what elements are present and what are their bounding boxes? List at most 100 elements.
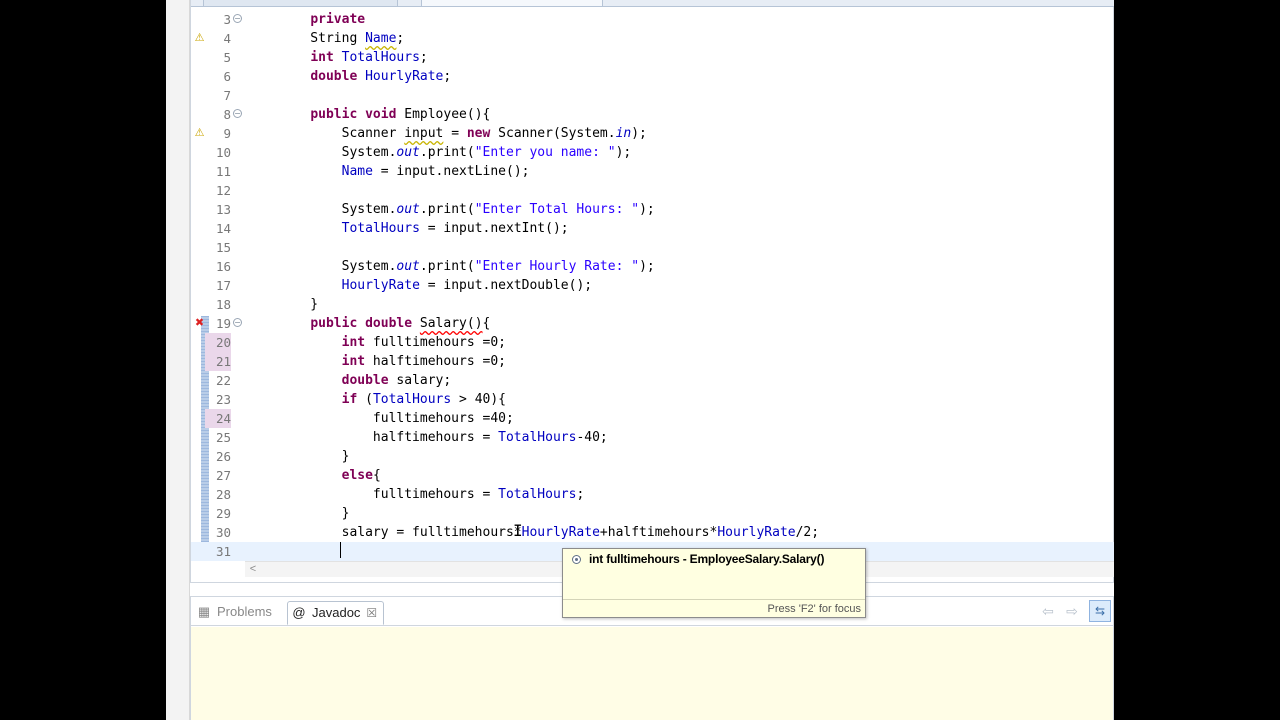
code-text: } — [279, 297, 319, 312]
code-text: System.out.print("Enter Total Hours: "); — [279, 202, 655, 217]
editor-tab[interactable] — [203, 0, 398, 7]
code-text: int TotalHours; — [310, 50, 428, 65]
close-icon[interactable]: ☒ — [366, 606, 377, 620]
fold-collapse-icon[interactable]: − — [233, 318, 242, 327]
line-number: 3 — [223, 12, 231, 27]
line-number: 16 — [215, 259, 231, 274]
code-text: fulltimehours =40; — [279, 411, 514, 426]
code-lines: 3− private ⚠ 4 String Name; 5 int TotalHour… — [191, 10, 1114, 561]
ibeam-cursor-icon: I — [513, 521, 523, 540]
line-number: 20 — [205, 333, 231, 352]
code-line[interactable]: 18 } — [191, 295, 1114, 314]
hover-divider — [563, 599, 865, 600]
code-text: if (TotalHours > 40){ — [341, 392, 507, 407]
code-text: int halftimehours =0; — [341, 354, 506, 369]
code-line[interactable]: 5 int TotalHours; — [191, 48, 1114, 67]
problems-icon: ▦ — [197, 604, 211, 619]
line-number: 14 — [215, 221, 231, 236]
code-line[interactable]: 15 — [191, 238, 1114, 257]
code-line[interactable]: 24 fulltimehours =40; — [191, 409, 1114, 428]
code-line[interactable]: 23 if (TotalHours > 40){ — [191, 390, 1114, 409]
javadoc-icon: @ — [292, 605, 306, 620]
code-text: TotalHours = input.nextInt(); — [341, 221, 569, 236]
line-number: 7 — [223, 88, 231, 103]
code-text: String Name; — [279, 31, 405, 46]
code-line[interactable]: 22 double salary; — [191, 371, 1114, 390]
code-line[interactable]: 30 salary = fulltimehours*HourlyRate+hal… — [191, 523, 1114, 542]
code-line[interactable]: 27 else{ — [191, 466, 1114, 485]
line-number: 5 — [223, 50, 231, 65]
code-editor[interactable]: 3− private ⚠ 4 String Name; 5 int TotalHour… — [190, 0, 1114, 583]
code-line[interactable]: 6 double HourlyRate; — [191, 67, 1114, 86]
code-text: salary = fulltimehours*HourlyRate+halfti… — [279, 525, 820, 540]
scroll-left-icon[interactable]: < — [247, 562, 259, 577]
line-number: 22 — [215, 373, 231, 388]
code-line[interactable]: 28 fulltimehours = TotalHours; — [191, 485, 1114, 504]
code-line[interactable]: 17 HourlyRate = input.nextDouble(); — [191, 276, 1114, 295]
code-line[interactable]: 29 } — [191, 504, 1114, 523]
code-line[interactable]: 11 Name = input.nextLine(); — [191, 162, 1114, 181]
code-text: int fulltimehours =0; — [341, 335, 506, 350]
line-number: 28 — [215, 487, 231, 502]
line-number: 31 — [215, 544, 231, 559]
line-number: 29 — [215, 506, 231, 521]
line-number: 6 — [223, 69, 231, 84]
code-line[interactable]: 25 halftimehours = TotalHours-40; — [191, 428, 1114, 447]
code-line[interactable]: 13 System.out.print("Enter Total Hours: … — [191, 200, 1114, 219]
code-text: } — [279, 449, 350, 464]
code-line[interactable]: ✖ 19− public double Salary(){ — [191, 314, 1114, 333]
code-text: System.out.print("Enter you name: "); — [279, 145, 632, 160]
line-number: 11 — [215, 164, 231, 179]
line-number: 10 — [215, 145, 231, 160]
tab-javadoc[interactable]: @ Javadoc ☒ — [287, 601, 385, 625]
code-line[interactable]: 14 TotalHours = input.nextInt(); — [191, 219, 1114, 238]
hover-tooltip[interactable]: int fulltimehours - EmployeeSalary.Salar… — [562, 548, 866, 618]
line-number: 17 — [215, 278, 231, 293]
code-text: halftimehours = TotalHours-40; — [279, 430, 608, 445]
line-number: 13 — [215, 202, 231, 217]
code-text: Name = input.nextLine(); — [341, 164, 530, 179]
code-text: public void Employee(){ — [310, 107, 491, 122]
code-line[interactable]: 8− public void Employee(){ — [191, 105, 1114, 124]
line-number: 9 — [223, 126, 231, 141]
line-number: 26 — [215, 449, 231, 464]
local-variable-icon — [572, 555, 581, 564]
line-number: 25 — [215, 430, 231, 445]
code-text: public double Salary(){ — [310, 316, 491, 331]
code-line[interactable]: ⚠ 4 String Name; — [191, 29, 1114, 48]
fold-collapse-icon[interactable]: − — [233, 14, 242, 23]
line-number: 30 — [215, 525, 231, 540]
fold-collapse-icon[interactable]: − — [233, 109, 242, 118]
line-number: 12 — [215, 183, 231, 198]
line-number: 23 — [215, 392, 231, 407]
back-arrow-icon[interactable]: ⇦ — [1039, 602, 1057, 620]
code-line[interactable]: 16 System.out.print("Enter Hourly Rate: … — [191, 257, 1114, 276]
tab-problems-label: Problems — [217, 604, 272, 619]
code-text: Scanner input = new Scanner(System.in); — [279, 126, 647, 141]
code-line[interactable]: 7 — [191, 86, 1114, 105]
line-number: 15 — [215, 240, 231, 255]
eclipse-window: 3− private ⚠ 4 String Name; 5 int TotalHour… — [166, 0, 1114, 720]
hover-signature: int fulltimehours - EmployeeSalary.Salar… — [589, 552, 825, 566]
forward-arrow-icon[interactable]: ⇨ — [1063, 602, 1081, 620]
code-text: } — [279, 506, 350, 521]
tab-problems[interactable]: ▦ Problems — [197, 601, 272, 625]
javadoc-content — [191, 627, 1113, 720]
line-number: 4 — [223, 31, 231, 46]
code-text: else{ — [341, 468, 381, 483]
code-line[interactable]: 26 } — [191, 447, 1114, 466]
left-trim-bar — [166, 0, 190, 720]
link-with-selection-icon[interactable]: ⇆ — [1089, 600, 1111, 622]
editor-tab-active[interactable] — [421, 0, 603, 7]
code-line[interactable]: 3− private — [191, 10, 1114, 29]
code-line[interactable]: 12 — [191, 181, 1114, 200]
code-text: fulltimehours = TotalHours; — [279, 487, 585, 502]
code-line[interactable]: 20 int fulltimehours =0; — [191, 333, 1114, 352]
code-line[interactable]: 21 int halftimehours =0; — [191, 352, 1114, 371]
text-caret — [340, 542, 341, 558]
line-number: 24 — [205, 409, 231, 428]
code-line[interactable]: ⚠ 9 Scanner input = new Scanner(System.in… — [191, 124, 1114, 143]
code-line[interactable]: 10 System.out.print("Enter you name: "); — [191, 143, 1114, 162]
line-number: 21 — [205, 352, 231, 371]
